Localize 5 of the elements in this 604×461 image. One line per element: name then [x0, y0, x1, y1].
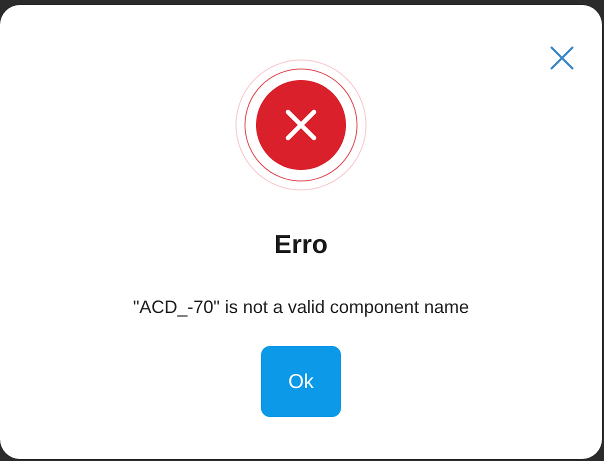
dialog-title: Erro [274, 229, 328, 259]
error-message: "ACD_-70" is not a valid component name [133, 296, 469, 318]
close-icon[interactable] [549, 45, 575, 71]
error-icon [234, 58, 368, 192]
ok-button[interactable]: Ok [261, 346, 341, 417]
